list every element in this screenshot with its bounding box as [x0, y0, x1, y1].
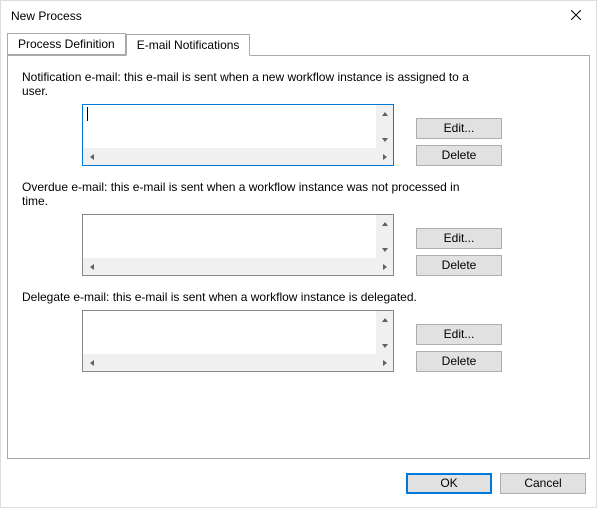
delegate-email-buttons: Edit... Delete	[416, 310, 502, 378]
overdue-edit-button[interactable]: Edit...	[416, 228, 502, 249]
scroll-right-icon[interactable]	[376, 148, 393, 165]
horizontal-scrollbar[interactable]	[83, 148, 393, 165]
scroll-left-icon[interactable]	[83, 354, 100, 371]
section-delegate-email: Delegate e-mail: this e-mail is sent whe…	[22, 290, 575, 378]
delegate-email-textbox[interactable]	[82, 310, 394, 372]
overdue-email-desc: Overdue e-mail: this e-mail is sent when…	[22, 180, 472, 208]
notification-email-value[interactable]	[83, 105, 376, 107]
notification-edit-button[interactable]: Edit...	[416, 118, 502, 139]
overdue-email-buttons: Edit... Delete	[416, 214, 502, 282]
dialog-footer: OK Cancel	[1, 465, 596, 507]
overdue-delete-button[interactable]: Delete	[416, 255, 502, 276]
notification-email-textbox[interactable]	[82, 104, 394, 166]
horizontal-scrollbar[interactable]	[83, 354, 393, 371]
scroll-up-icon[interactable]	[376, 105, 393, 122]
scroll-right-icon[interactable]	[376, 258, 393, 275]
overdue-email-textbox[interactable]	[82, 214, 394, 276]
scroll-up-icon[interactable]	[376, 311, 393, 328]
titlebar: New Process	[1, 1, 596, 31]
dialog-window: New Process Process Definition E-mail No…	[0, 0, 597, 508]
close-icon	[571, 9, 581, 23]
tab-panel-email-notifications: Notification e-mail: this e-mail is sent…	[7, 55, 590, 459]
overdue-email-value[interactable]	[83, 215, 376, 258]
close-button[interactable]	[556, 2, 596, 30]
scroll-left-icon[interactable]	[83, 148, 100, 165]
delegate-email-value[interactable]	[83, 311, 376, 354]
delegate-edit-button[interactable]: Edit...	[416, 324, 502, 345]
notification-email-buttons: Edit... Delete	[416, 104, 502, 172]
ok-button[interactable]: OK	[406, 473, 492, 494]
section-overdue-email: Overdue e-mail: this e-mail is sent when…	[22, 180, 575, 282]
cancel-button[interactable]: Cancel	[500, 473, 586, 494]
notification-delete-button[interactable]: Delete	[416, 145, 502, 166]
section-notification-email: Notification e-mail: this e-mail is sent…	[22, 70, 575, 172]
vertical-scrollbar[interactable]	[376, 105, 393, 148]
vertical-scrollbar[interactable]	[376, 215, 393, 258]
text-caret	[87, 107, 88, 121]
scroll-right-icon[interactable]	[376, 354, 393, 371]
window-title: New Process	[11, 9, 82, 23]
scroll-down-icon[interactable]	[376, 241, 393, 258]
scroll-left-icon[interactable]	[83, 258, 100, 275]
delegate-email-desc: Delegate e-mail: this e-mail is sent whe…	[22, 290, 472, 304]
notification-email-desc: Notification e-mail: this e-mail is sent…	[22, 70, 472, 98]
scroll-up-icon[interactable]	[376, 215, 393, 232]
scroll-down-icon[interactable]	[376, 131, 393, 148]
vertical-scrollbar[interactable]	[376, 311, 393, 354]
scroll-down-icon[interactable]	[376, 337, 393, 354]
delegate-delete-button[interactable]: Delete	[416, 351, 502, 372]
tab-process-definition[interactable]: Process Definition	[7, 33, 126, 55]
tab-email-notifications[interactable]: E-mail Notifications	[126, 34, 251, 56]
tabstrip: Process Definition E-mail Notifications	[1, 33, 596, 55]
horizontal-scrollbar[interactable]	[83, 258, 393, 275]
